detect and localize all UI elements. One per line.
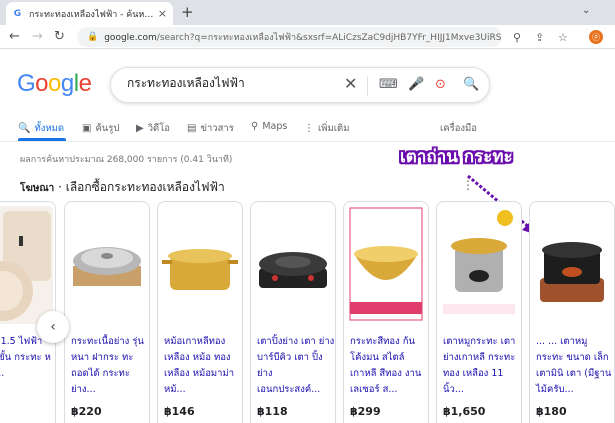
product-card[interactable]: ... ... เตาหมู กระทะ ขนาด เล็ก เตามินิ เ… xyxy=(529,201,615,423)
product-card[interactable]: เตาหมูกระทะ เตาย่างเกาหลี กระทะทอง เหลือ… xyxy=(436,201,522,423)
tab-images[interactable]: ▣ ค้นรูป xyxy=(82,121,119,136)
tab-maps[interactable]: ⚲ Maps xyxy=(251,121,287,132)
product-image xyxy=(160,206,240,324)
image-icon: ▣ xyxy=(82,123,92,134)
chevron-down-icon[interactable]: ⌄ xyxy=(582,5,590,16)
product-card[interactable]: เตาปิ้งย่าง เตา ย่างบาร์บีคิว เตา ปิ้งย่… xyxy=(250,201,336,423)
product-image xyxy=(253,206,333,324)
product-image xyxy=(439,206,519,324)
product-card[interactable]: กระทะสีทอง ก้น โค้งมน สไตล์ เกาหลี สีทอง… xyxy=(343,201,429,423)
more-vertical-icon: ⋮ xyxy=(304,123,314,134)
video-icon: ▶ xyxy=(136,123,144,134)
google-favicon-icon: G xyxy=(13,8,22,19)
tab-close-icon[interactable]: × xyxy=(158,7,167,20)
product-image xyxy=(346,206,426,324)
search-divider xyxy=(367,76,368,96)
product-card[interactable]: กระทะเนื้อย่าง รุ่นหนา ฝากระ ทะถอดได้ กร… xyxy=(64,201,150,423)
results-stats: ผลการค้นหาประมาณ 268,000 รายการ (0.41 วิ… xyxy=(20,155,233,165)
product-image xyxy=(532,206,612,324)
product-price: ฿146 xyxy=(164,405,195,418)
new-tab-button[interactable]: + xyxy=(181,3,194,21)
tab-tools[interactable]: เครื่องมือ xyxy=(440,121,477,136)
clear-icon[interactable]: ✕ xyxy=(344,74,357,93)
back-icon[interactable]: ← xyxy=(9,29,20,44)
carousel-previous-button[interactable]: ‹ xyxy=(37,311,69,343)
search-input[interactable] xyxy=(127,76,337,90)
sponsored-label: โฆษณา xyxy=(20,183,55,194)
search-tabs: 🔍 ทั้งหมด ▣ ค้นรูป ▶ วิดีโอ ▤ ข่าวสาร ⚲ Maps … xyxy=(0,117,615,141)
product-price: ฿118 xyxy=(257,405,288,418)
product-name: กระทะสีทอง ก้น โค้งมน สไตล์ เกาหลี สีทอง… xyxy=(350,336,422,395)
lock-icon: 🔒 xyxy=(87,32,99,42)
tab-all[interactable]: 🔍 ทั้งหมด xyxy=(18,121,64,136)
tab-more[interactable]: ⋮ เพิ่มเติม xyxy=(304,121,349,136)
product-name: หม้อเกาหลีทอง เหลือง หม้อ ทองเหลือง หม้อ… xyxy=(164,336,235,395)
product-price: ฿1,650 xyxy=(443,405,486,418)
profile-avatar[interactable]: ⓟ xyxy=(589,30,603,44)
browser-toolbar: ← → ↻ 🔒 google.com/search?q=กระทะทองเหลื… xyxy=(0,25,615,49)
forward-icon[interactable]: → xyxy=(32,29,43,44)
product-price: ฿180 xyxy=(536,405,567,418)
map-pin-icon: ⚲ xyxy=(251,121,259,132)
product-name: เตาปิ้งย่าง เตา ย่างบาร์บีคิว เตา ปิ้งย่… xyxy=(257,336,335,395)
ads-title: · เลือกซื้อกระทะทองเหลืองไฟฟ้า xyxy=(54,180,225,194)
address-bar[interactable]: 🔒 google.com/search?q=กระทะทองเหลืองไฟฟ้… xyxy=(77,27,502,47)
annotation-label: เตาถ่าน กระทะ xyxy=(400,147,513,167)
tab-news[interactable]: ▤ ข่าวสาร xyxy=(187,121,234,136)
chevron-left-icon: ‹ xyxy=(50,319,56,335)
product-name: เตาหมูกระทะ เตาย่างเกาหลี กระทะทอง เหลือ… xyxy=(443,336,516,395)
reload-icon[interactable]: ↻ xyxy=(54,29,65,44)
shopping-ads-header: โฆษณา · เลือกซื้อกระทะทองเหลืองไฟฟ้า xyxy=(20,178,225,197)
product-image xyxy=(67,206,147,324)
camera-lens-icon[interactable]: ⊙ xyxy=(435,77,446,92)
share-icon[interactable]: ⇪ xyxy=(535,31,544,44)
product-image xyxy=(0,206,53,324)
product-name: กระทะเนื้อย่าง รุ่นหนา ฝากระ ทะถอดได้ กร… xyxy=(71,336,144,395)
product-price: ฿220 xyxy=(71,405,102,418)
product-price: ฿299 xyxy=(350,405,381,418)
keyboard-icon[interactable]: ⌨ xyxy=(379,77,398,92)
browser-tab-title: กระทะทองเหลืองไฟฟ้า - ค้นหาด้วย Go xyxy=(29,9,154,20)
tab-videos[interactable]: ▶ วิดีโอ xyxy=(136,121,170,136)
browser-tab[interactable]: G กระทะทองเหลืองไฟฟ้า - ค้นหาด้วย Go × xyxy=(6,2,173,25)
address-url: google.com/search?q=กระทะทองเหลืองไฟฟ้า&… xyxy=(104,33,502,43)
search-icon[interactable]: 🔍 xyxy=(463,77,479,92)
location-icon[interactable]: ⚲ xyxy=(513,31,521,44)
microphone-icon[interactable]: 🎤 xyxy=(408,77,424,92)
search-icon: 🔍 xyxy=(18,123,31,134)
product-card[interactable]: หม้อเกาหลีทอง เหลือง หม้อ ทองเหลือง หม้อ… xyxy=(157,201,243,423)
news-icon: ▤ xyxy=(187,123,197,134)
search-box: ✕ ⌨ 🎤 ⊙ 🔍 xyxy=(110,67,490,103)
product-name: ... ... เตาหมู กระทะ ขนาด เล็ก เตามินิ เ… xyxy=(536,336,612,395)
tabs-divider xyxy=(0,141,615,142)
bookmark-star-icon[interactable]: ☆ xyxy=(558,31,568,44)
google-logo[interactable]: Google xyxy=(17,70,92,98)
browser-tab-strip: G กระทะทองเหลืองไฟฟ้า - ค้นหาด้วย Go × +… xyxy=(0,0,615,25)
